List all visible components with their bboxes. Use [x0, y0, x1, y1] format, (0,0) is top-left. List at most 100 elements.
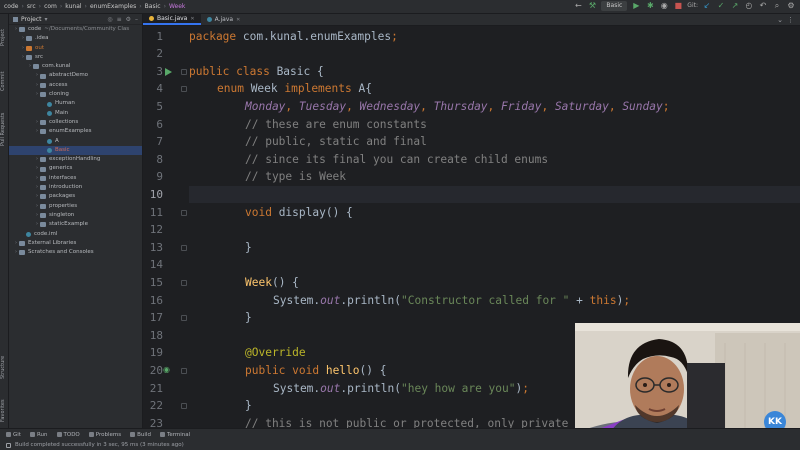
build-hammer-icon[interactable]: ⚒ [587, 1, 597, 11]
fold-marker-icon[interactable] [181, 86, 187, 93]
tool-window-terminal[interactable]: Terminal [159, 432, 190, 438]
favorites-tool-button[interactable]: Favorites [0, 394, 9, 428]
tree-file[interactable]: A [9, 137, 142, 146]
breadcrumb-item[interactable]: src [27, 3, 36, 10]
breadcrumb-item[interactable]: Week [169, 3, 185, 10]
pull-requests-tool-button[interactable]: Pull Requests [0, 104, 9, 154]
tree-folder[interactable]: › com.kunal [9, 62, 142, 71]
tree-folder[interactable]: › generics [9, 164, 142, 173]
code-line[interactable]: } [245, 309, 252, 327]
fold-marker-icon[interactable] [181, 403, 187, 410]
status-toggle-icon[interactable] [6, 442, 11, 448]
commit-tool-button[interactable]: Commit [0, 66, 9, 96]
hide-panel-icon[interactable]: – [135, 16, 138, 23]
code-line[interactable]: void display() { [245, 204, 353, 222]
code-line[interactable]: Week() { [245, 274, 299, 292]
tab-list-icon[interactable]: ⌄ [777, 16, 783, 24]
breadcrumb-item[interactable]: Basic [145, 3, 161, 10]
code-line[interactable]: System.out.println("hey how are you"); [273, 380, 529, 398]
tree-folder[interactable]: › cloning [9, 90, 142, 99]
tree-folder[interactable]: › enumExamples [9, 127, 142, 136]
tree-file[interactable]: code.iml [9, 230, 142, 239]
code-line[interactable]: @Override [245, 344, 306, 362]
coverage-icon[interactable]: ◉ [659, 1, 669, 11]
run-gutter-icon[interactable] [165, 67, 172, 76]
code-line[interactable]: System.out.println("Constructor called f… [273, 292, 630, 310]
debug-icon[interactable]: ✱ [645, 1, 655, 11]
tree-folder[interactable]: › singleton [9, 211, 142, 220]
tab-a-java[interactable]: A.java ✕ [201, 14, 247, 25]
code-line[interactable]: } [245, 397, 252, 415]
fold-marker-icon[interactable] [181, 279, 187, 286]
history-icon[interactable]: ◴ [744, 1, 754, 11]
tree-file[interactable]: Human [9, 99, 142, 108]
tab-basic-java[interactable]: Basic.java ✕ [143, 14, 201, 25]
settings-icon[interactable]: ⚙ [786, 1, 796, 11]
locate-icon[interactable]: ◎ [107, 16, 112, 23]
tree-folder[interactable]: › introduction [9, 183, 142, 192]
tree-folder[interactable]: › properties [9, 202, 142, 211]
project-view-select[interactable]: Project [21, 16, 42, 23]
tool-window-run[interactable]: Run [29, 432, 48, 438]
tree-folder[interactable]: › collections [9, 118, 142, 127]
tree-folder[interactable]: › packages [9, 192, 142, 201]
code-line[interactable]: // this is not public or protected, only… [245, 415, 568, 428]
project-tool-button[interactable]: Project [0, 20, 9, 54]
close-icon[interactable]: ✕ [236, 17, 240, 23]
tree-folder[interactable]: › External Libraries [9, 239, 142, 248]
fold-marker-icon[interactable] [181, 244, 187, 251]
search-everywhere-icon[interactable]: ⌕ [772, 1, 782, 11]
tree-file[interactable]: Main [9, 109, 142, 118]
chevron-down-icon[interactable]: ▾ [45, 16, 48, 23]
code-line[interactable]: // public, static and final [245, 133, 427, 151]
collapse-all-icon[interactable]: ≡ [117, 16, 122, 23]
tree-file[interactable]: Basic [9, 145, 142, 156]
editor-gutter[interactable]: 1 2 3 4 5 6 7 8 9 10 11 12 13 14 15 16 17 18 19 20 ◉ 21 22 23 [143, 26, 179, 428]
code-line[interactable]: package com.kunal.enumExamples; [189, 28, 398, 46]
git-push-icon[interactable]: ↗ [730, 1, 740, 11]
rollback-icon[interactable]: ↶ [758, 1, 768, 11]
panel-settings-icon[interactable]: ⚙ [126, 16, 131, 23]
git-commit-icon[interactable]: ✓ [716, 1, 726, 11]
tree-folder[interactable]: › .idea [9, 34, 142, 43]
more-icon[interactable]: ⋮ [787, 16, 794, 24]
tree-folder[interactable]: › out [9, 44, 142, 53]
breadcrumb-item[interactable]: code [4, 3, 18, 10]
override-gutter-icon[interactable]: ◉ [163, 365, 170, 374]
stop-icon[interactable]: ■ [673, 1, 683, 11]
run-icon[interactable]: ▶ [631, 1, 641, 11]
fold-marker-icon[interactable] [181, 68, 187, 75]
status-message[interactable]: Build completed successfully in 3 sec, 9… [15, 442, 184, 448]
fold-marker-icon[interactable] [181, 367, 187, 374]
tree-folder[interactable]: › code ~/Documents/Community Clas [9, 25, 142, 34]
tool-window-problems[interactable]: Problems [88, 432, 121, 438]
breadcrumb-item[interactable]: com [44, 3, 57, 10]
breadcrumb-item[interactable]: kunal [65, 3, 81, 10]
code-line[interactable]: public void hello() { [245, 362, 386, 380]
tree-folder[interactable]: › exceptionHandling [9, 155, 142, 164]
tree-folder[interactable]: › src [9, 53, 142, 62]
tree-folder[interactable]: › interfaces [9, 174, 142, 183]
git-update-icon[interactable]: ↙ [702, 1, 712, 11]
breadcrumb-item[interactable]: enumExamples [90, 3, 136, 10]
code-line[interactable]: // since its final you can create child … [245, 151, 548, 169]
code-line[interactable]: } [245, 239, 252, 257]
tree-folder[interactable]: › staticExample [9, 220, 142, 229]
tree-folder[interactable]: › Scratches and Consoles [9, 248, 142, 257]
code-line[interactable]: // these are enum constants [245, 116, 427, 134]
code-line[interactable]: // type is Week [245, 168, 346, 186]
fold-marker-icon[interactable] [181, 209, 187, 216]
tree-folder[interactable]: › access [9, 81, 142, 90]
tool-window-build[interactable]: Build [130, 432, 151, 438]
code-line[interactable]: enum Week implements A{ [217, 80, 372, 98]
close-icon[interactable]: ✕ [190, 16, 194, 22]
tool-window-git[interactable]: Git [6, 432, 21, 438]
code-line[interactable]: Monday, Tuesday, Wednesday, Thursday, Fr… [245, 98, 669, 116]
tool-window-todo[interactable]: TODO [56, 432, 80, 438]
code-line[interactable]: public class Basic { [189, 63, 324, 81]
run-configuration-select[interactable]: Basic [601, 1, 628, 11]
structure-tool-button[interactable]: Structure [0, 349, 9, 385]
tree-folder[interactable]: › abstractDemo [9, 71, 142, 80]
back-icon[interactable]: ← [573, 1, 583, 11]
fold-marker-icon[interactable] [181, 315, 187, 322]
